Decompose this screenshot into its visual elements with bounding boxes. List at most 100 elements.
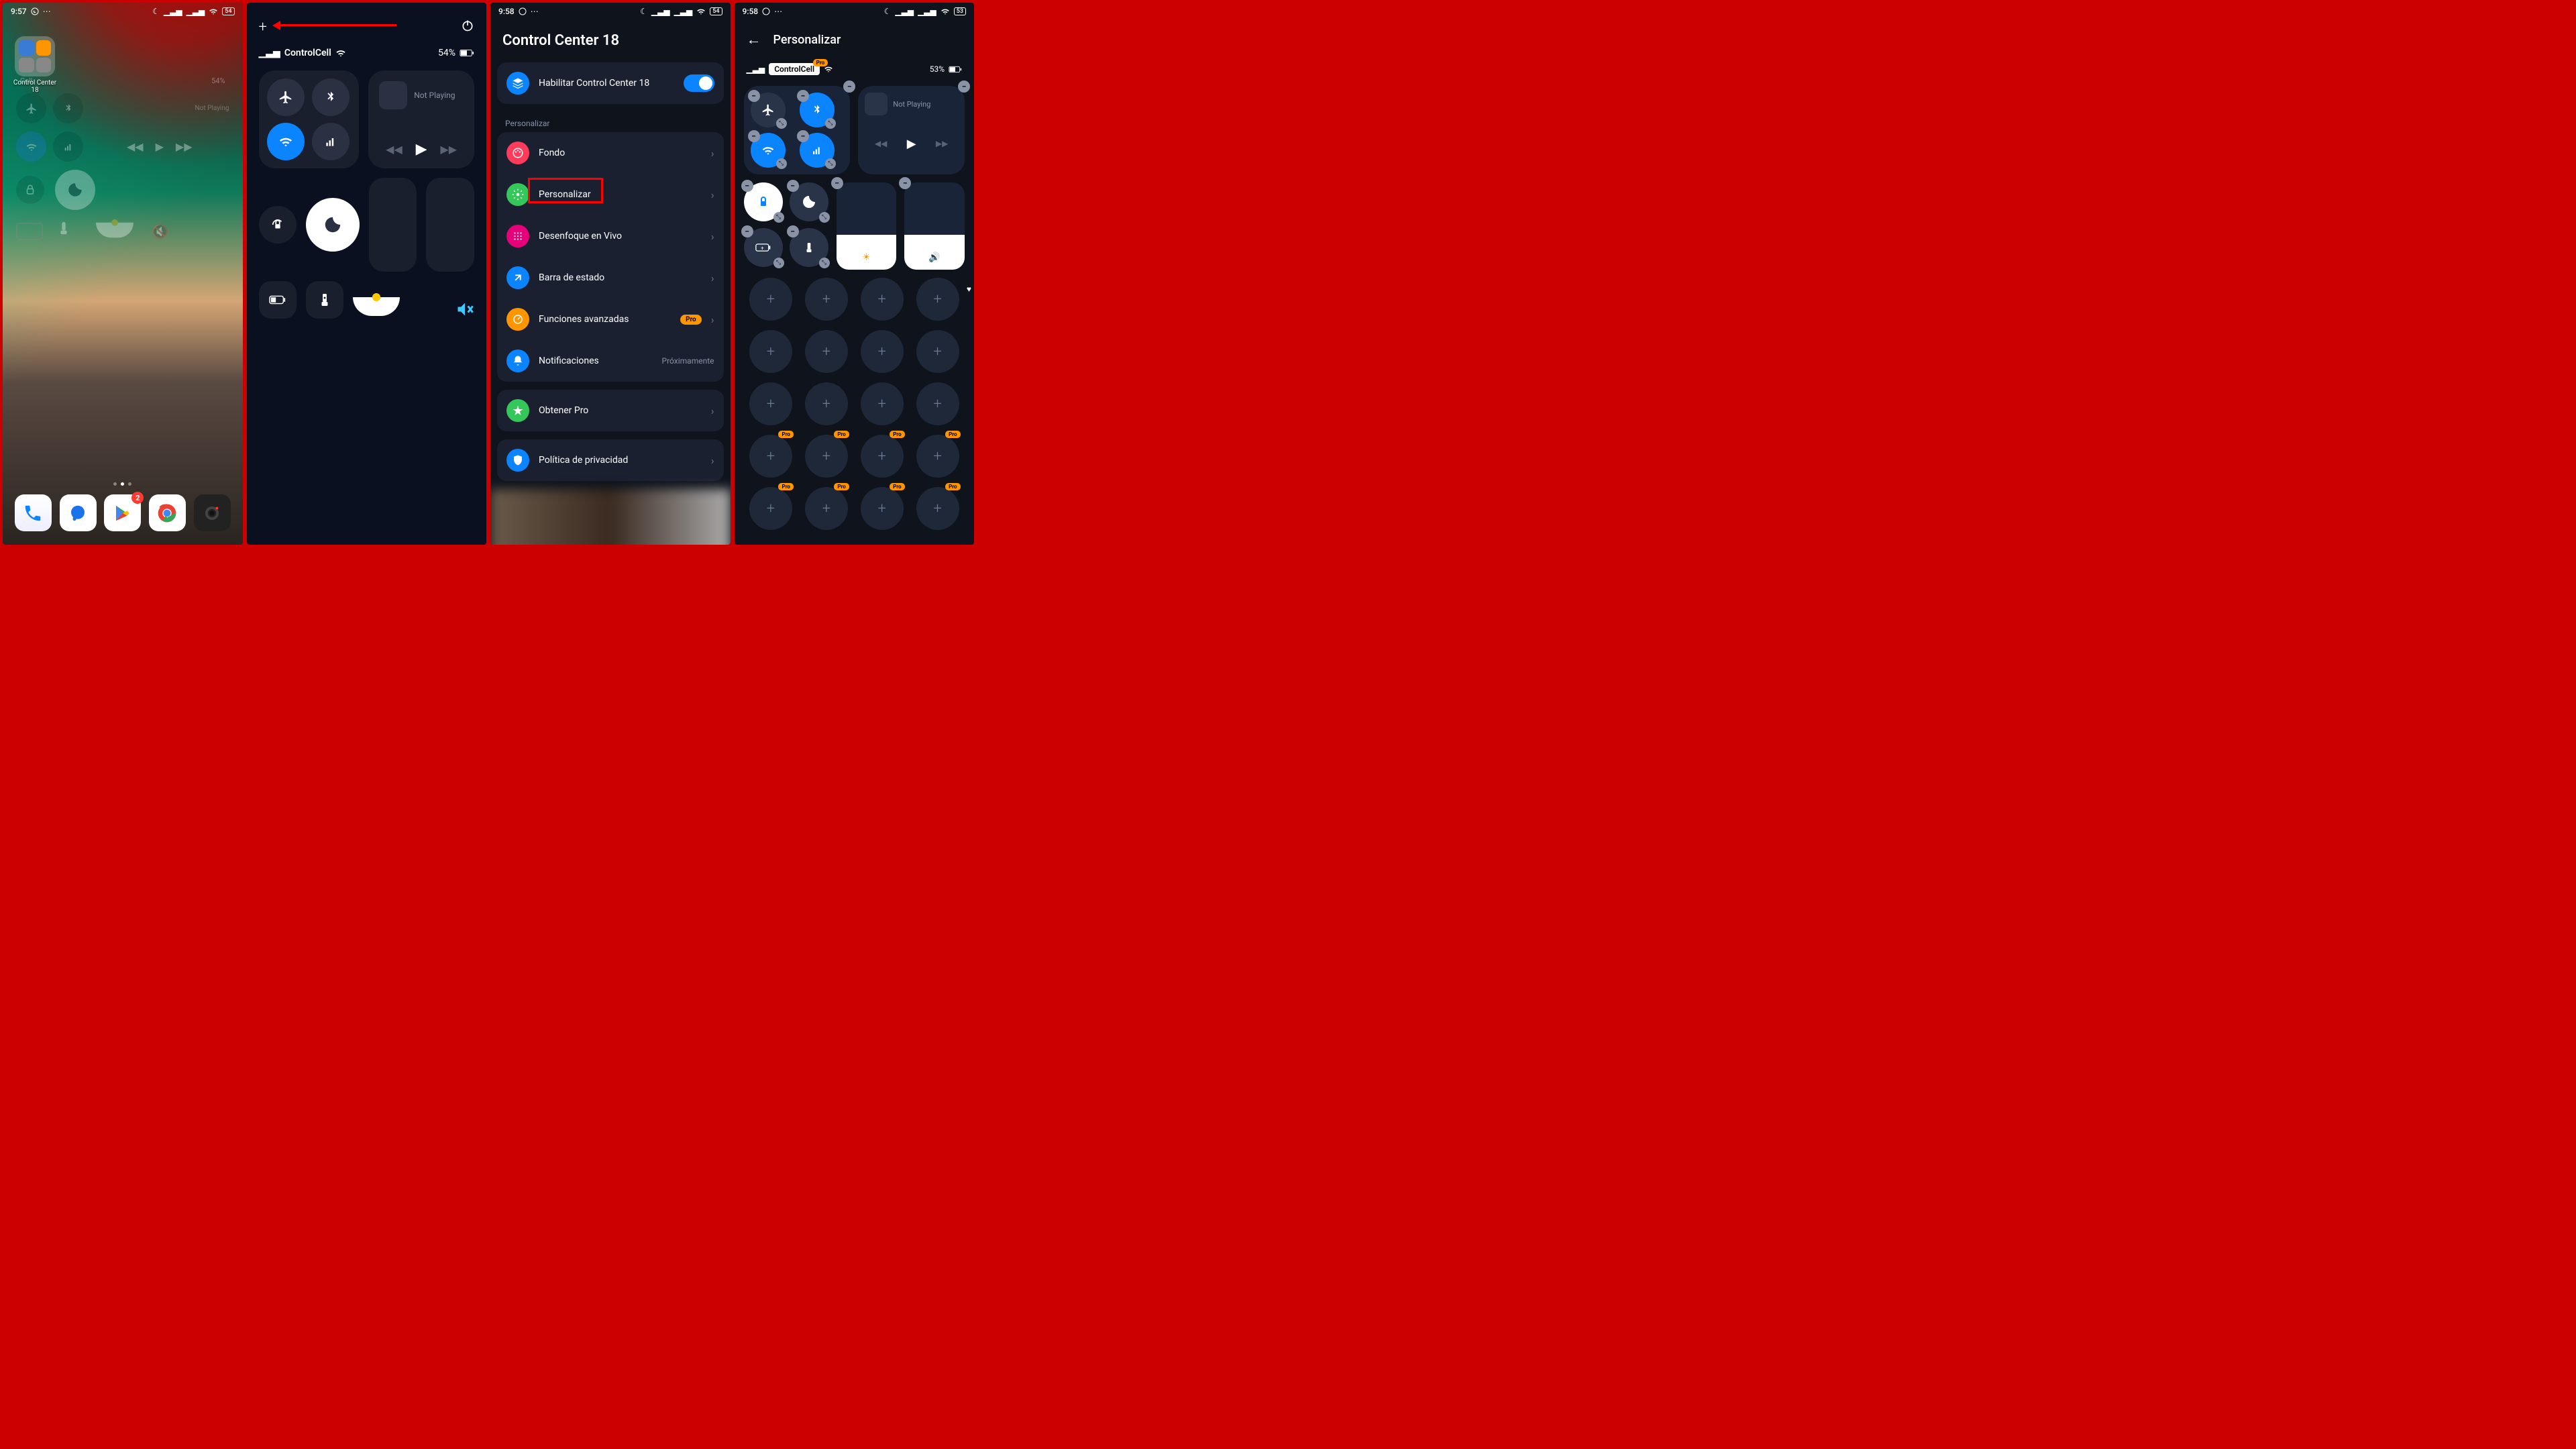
mute-toggle[interactable]: [455, 300, 474, 319]
battery-icon: [460, 49, 474, 57]
chevron-right-icon: ›: [711, 454, 714, 467]
wifi-toggle[interactable]: [267, 123, 305, 160]
dnd-toggle[interactable]: [306, 198, 360, 252]
add-control-slot[interactable]: +: [861, 330, 904, 373]
add-control-slot-pro[interactable]: +Pro: [805, 487, 848, 530]
add-control-slot-pro[interactable]: +Pro: [805, 435, 848, 478]
back-button[interactable]: ←: [747, 31, 761, 48]
row-fondo[interactable]: Fondo ›: [497, 132, 724, 174]
connectivity-group-edit[interactable]: − −⤡ −⤡ −⤡ −⤡: [744, 86, 851, 174]
row-barra[interactable]: Barra de estado ›: [497, 257, 724, 299]
remove-icon[interactable]: −: [958, 80, 970, 93]
next-track-icon[interactable]: ▶▶: [440, 143, 457, 156]
wifi-icon: [335, 48, 346, 58]
annotation-highlight: [528, 178, 603, 203]
flashlight-edit[interactable]: − ⤡: [790, 228, 828, 267]
add-control-slot[interactable]: +: [749, 278, 792, 321]
play-store-app[interactable]: 2: [104, 494, 141, 531]
volume-slider-edit[interactable]: − 🔊: [904, 182, 965, 270]
add-control-slot-pro[interactable]: +Pro: [916, 435, 959, 478]
brightness-slider[interactable]: [369, 178, 417, 272]
panel-home-screen: 9:57 ⋯ ☾ ▁▃▅ ▁▃▅ 54 Control Center 18 Ce…: [3, 3, 243, 545]
brightness-slider-edit[interactable]: − ☀: [837, 182, 897, 270]
cellular-toggle-edit[interactable]: −⤡: [800, 133, 835, 168]
add-controls-grid: + + + + + + + + + + + + +Pro +Pro +Pro +…: [744, 278, 965, 530]
chrome-app[interactable]: [149, 494, 186, 531]
add-control-slot[interactable]: +: [805, 330, 848, 373]
add-control-slot[interactable]: +: [749, 382, 792, 425]
prev-track-icon[interactable]: ◀◀: [386, 143, 402, 156]
control-center-translucent: Cell 54% Not Playing ◀◀▶▶▶ 🔇: [16, 76, 229, 253]
add-control-slot-pro[interactable]: +Pro: [916, 487, 959, 530]
dnd-edit[interactable]: − ⤡: [790, 182, 828, 221]
pro-badge: Pro: [813, 59, 828, 66]
enable-toggle[interactable]: [684, 74, 714, 92]
row-notificaciones[interactable]: Notificaciones Próximamente: [497, 340, 724, 382]
airplane-toggle-edit[interactable]: −⤡: [751, 93, 786, 127]
row-privacy[interactable]: Política de privacidad ›: [497, 439, 724, 481]
chevron-right-icon: ›: [711, 230, 714, 243]
connectivity-group[interactable]: [259, 70, 360, 168]
signal-icon-2: ▁▃▅: [186, 7, 205, 16]
add-control-slot-pro[interactable]: +Pro: [749, 487, 792, 530]
editor-preview: − −⤡ −⤡ −⤡ −⤡ − Not Playing ◀◀ ▶ ▶▶: [744, 86, 965, 530]
page-title: Control Center 18: [490, 20, 731, 62]
panel-settings: 9:58 ⋯ ☾▁▃▅▁▃▅ 54 Control Center 18 Habi…: [490, 3, 731, 545]
flashlight-toggle[interactable]: [306, 281, 343, 319]
signal-icon: ▁▃▅: [259, 48, 280, 58]
play-icon[interactable]: ▶: [416, 141, 427, 158]
add-control-slot-pro[interactable]: +Pro: [749, 435, 792, 478]
airplane-toggle[interactable]: [267, 78, 305, 116]
dock: 2: [11, 494, 235, 531]
remove-icon[interactable]: −: [843, 80, 855, 93]
add-control-slot[interactable]: +: [861, 278, 904, 321]
more-icon: ⋯: [774, 7, 782, 16]
low-power-edit[interactable]: − + ⤡: [744, 228, 783, 267]
media-widget[interactable]: Not Playing ◀◀ ▶ ▶▶: [368, 70, 474, 168]
app-folder[interactable]: [15, 36, 55, 76]
row-desenfoque[interactable]: Desenfoque en Vivo ›: [497, 215, 724, 257]
lock-rotation-edit[interactable]: − ⤡: [744, 182, 783, 221]
add-control-slot[interactable]: +: [916, 278, 959, 321]
cc-status-row: ▁▃▅ ControlCell 54%: [247, 41, 487, 70]
add-control-slot[interactable]: +: [749, 330, 792, 373]
add-button[interactable]: +: [259, 19, 267, 36]
battery-icon: [949, 66, 962, 73]
grid-icon: [506, 225, 529, 248]
add-control-slot[interactable]: +: [916, 382, 959, 425]
bluetooth-toggle-edit[interactable]: −⤡: [800, 93, 835, 127]
folder-label: Control Center 18: [9, 79, 60, 94]
row-pro[interactable]: Obtener Pro ›: [497, 390, 724, 431]
add-control-slot[interactable]: +: [916, 330, 959, 373]
status-bar: 9:57 ⋯ ☾ ▁▃▅ ▁▃▅ 54: [3, 3, 243, 20]
palette-icon: [506, 142, 529, 164]
media-widget-edit[interactable]: − Not Playing ◀◀ ▶ ▶▶: [858, 86, 965, 174]
remove-icon[interactable]: −: [831, 177, 843, 189]
carrier-label: ControlCell: [284, 48, 331, 58]
row-personalizar[interactable]: Personalizar ›: [497, 174, 724, 215]
power-icon[interactable]: [461, 19, 474, 36]
add-control-slot-pro[interactable]: +Pro: [861, 435, 904, 478]
low-power-toggle[interactable]: [259, 281, 297, 319]
cellular-toggle[interactable]: [312, 123, 350, 160]
lock-rotation-toggle[interactable]: [259, 206, 297, 244]
messages-app[interactable]: [60, 494, 97, 531]
add-control-slot[interactable]: +: [805, 278, 848, 321]
section-header: Personalizar: [490, 112, 731, 132]
add-control-slot-pro[interactable]: +Pro: [861, 487, 904, 530]
pro-badge: Pro: [680, 315, 702, 325]
remove-icon[interactable]: −: [899, 177, 911, 189]
battery-percent: 54%: [438, 48, 455, 58]
chevron-right-icon: ›: [711, 147, 714, 160]
add-control-slot[interactable]: +: [805, 382, 848, 425]
screen-mirroring-icon[interactable]: [353, 297, 400, 316]
camera-app[interactable]: [194, 494, 231, 531]
enable-card: Habilitar Control Center 18: [497, 62, 724, 104]
row-avanzadas[interactable]: Funciones avanzadas Pro ›: [497, 299, 724, 340]
bluetooth-toggle[interactable]: [312, 78, 350, 116]
volume-slider[interactable]: [426, 178, 474, 272]
media-status: Not Playing: [414, 91, 455, 100]
add-control-slot[interactable]: +: [861, 382, 904, 425]
phone-app[interactable]: [15, 494, 52, 531]
wifi-toggle-edit[interactable]: −⤡: [751, 133, 786, 168]
